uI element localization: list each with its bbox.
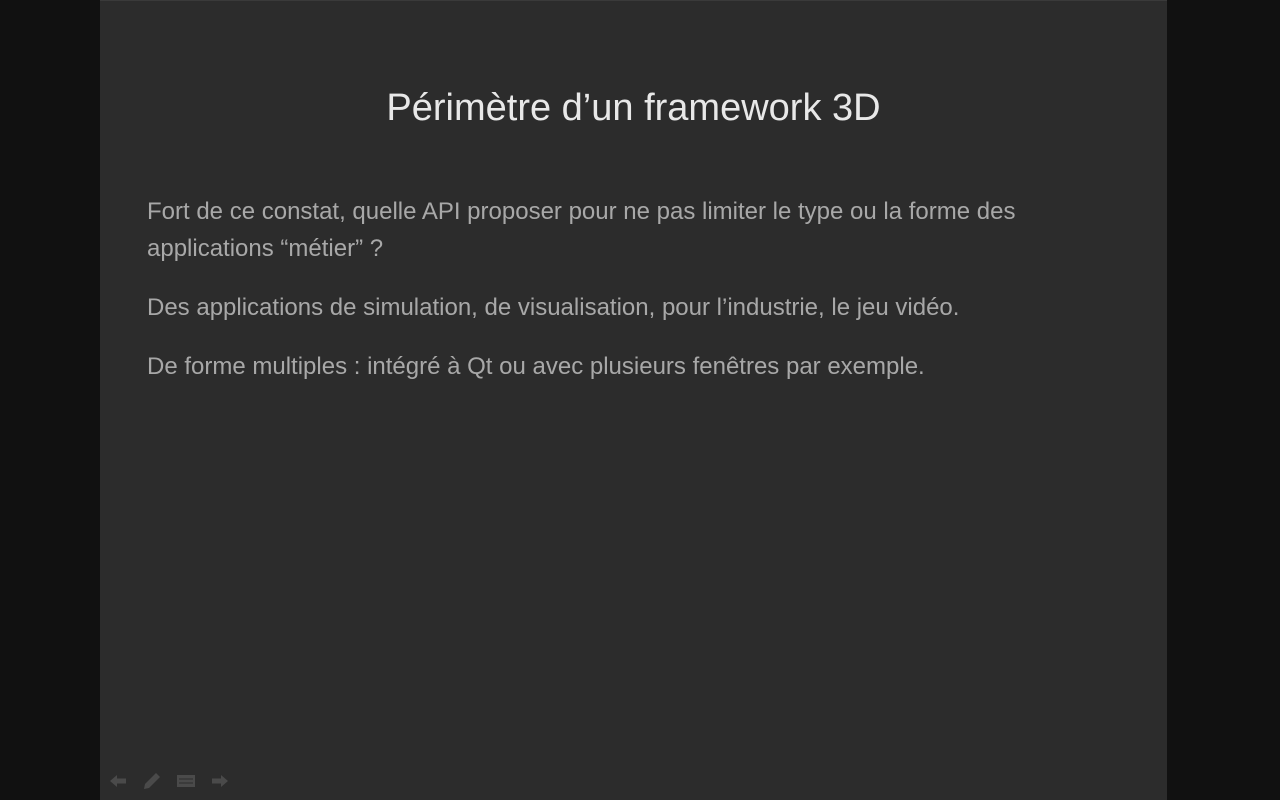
slide-controls	[107, 770, 231, 792]
arrow-left-icon[interactable]	[107, 770, 129, 792]
presentation-screen: Périmètre d’un framework 3D Fort de ce c…	[0, 0, 1280, 800]
slide: Périmètre d’un framework 3D Fort de ce c…	[100, 0, 1167, 800]
slide-body: Fort de ce constat, quelle API proposer …	[147, 193, 1137, 407]
slide-title: Périmètre d’un framework 3D	[386, 87, 881, 129]
slide-paragraph-3: De forme multiples : intégré à Qt ou ave…	[147, 353, 925, 380]
pencil-icon[interactable]	[141, 770, 163, 792]
slides-overview-icon[interactable]	[175, 770, 197, 792]
arrow-right-icon[interactable]	[209, 770, 231, 792]
slide-paragraph-1: Fort de ce constat, quelle API proposer …	[147, 198, 1016, 262]
slide-paragraph-2: Des applications de simulation, de visua…	[147, 294, 960, 321]
